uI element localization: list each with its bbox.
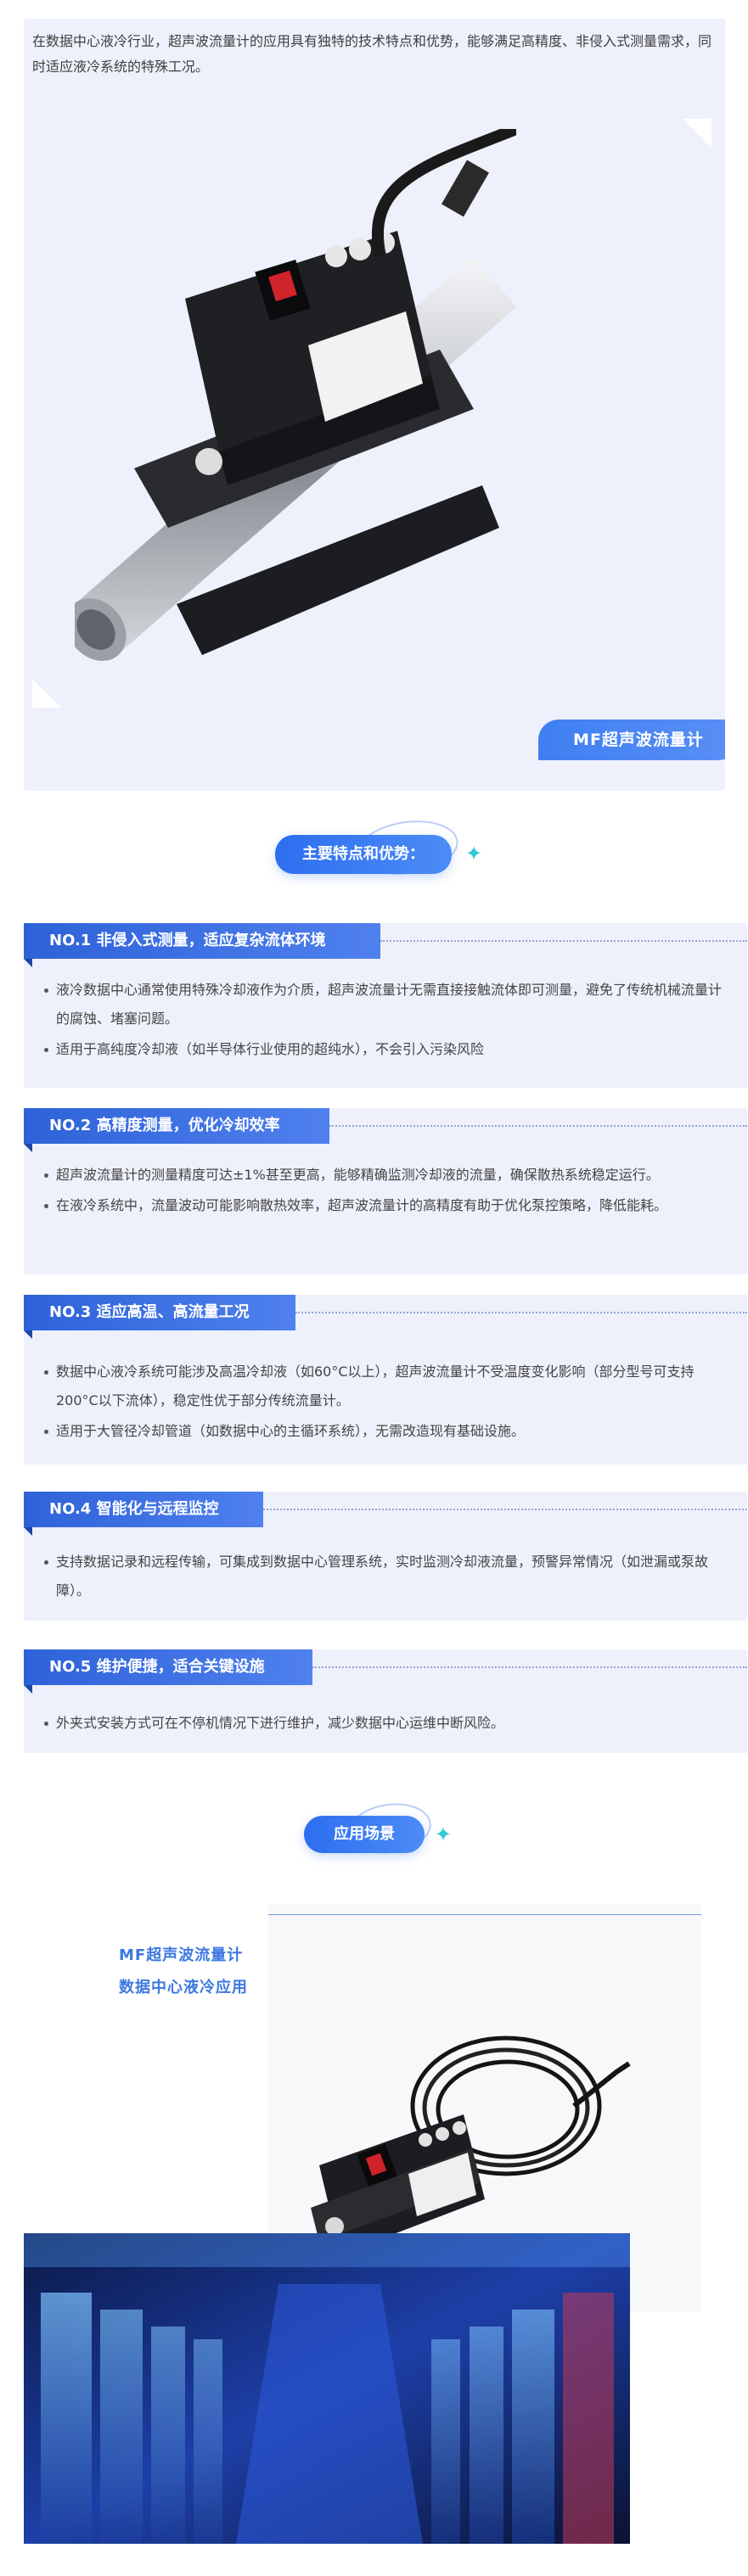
feature-item: 适用于大管径冷却管道（如数据中心的主循环系统），无需改造现有基础设施。 bbox=[44, 1417, 723, 1446]
intro-card: 在数据中心液冷行业，超声波流量计的应用具有独特的技术特点和优势，能够满足高精度、… bbox=[24, 19, 725, 791]
section-title-5: NO.5 维护便捷，适合关键设施 bbox=[24, 1649, 312, 1694]
corner-decoration bbox=[32, 679, 61, 708]
section-divider bbox=[263, 1509, 747, 1510]
section-divider bbox=[295, 1312, 747, 1313]
flowmeter-on-pipe-image bbox=[75, 129, 516, 661]
product-badge: MF超声波流量计 bbox=[538, 720, 725, 760]
feature-item: 外夹式安装方式可在不停机情况下进行维护，减少数据中心运维中断风险。 bbox=[44, 1709, 723, 1738]
feature-item: 支持数据记录和远程传输，可集成到数据中心管理系统，实时监测冷却液流量，预警异常情… bbox=[44, 1548, 723, 1605]
sparkle-icon: ✦ bbox=[435, 1823, 453, 1846]
section-title-4: NO.4 智能化与远程监控 bbox=[24, 1492, 263, 1536]
flowmeter-with-cable-image bbox=[311, 2036, 631, 2254]
section-title-1: NO.1 非侵入式测量，适应复杂流体环境 bbox=[24, 923, 380, 967]
feature-item: 液冷数据中心通常使用特殊冷却液作为介质，超声波流量计无需直接接触流体即可测量，避… bbox=[44, 976, 723, 1033]
feature-item: 数据中心液冷系统可能涉及高温冷却液（如60°C以上），超声波流量计不受温度变化影… bbox=[44, 1358, 723, 1415]
section-title-2: NO.2 高精度测量，优化冷却效率 bbox=[24, 1108, 329, 1152]
section-divider bbox=[329, 1125, 747, 1127]
application-heading: 应用场景 bbox=[304, 1816, 425, 1853]
sparkle-icon: ✦ bbox=[465, 842, 483, 865]
section-title-3: NO.3 适应高温、高流量工况 bbox=[24, 1295, 295, 1339]
feature-item: 在液冷系统中，流量波动可能影响散热效率，超声波流量计的高精度有助于优化泵控策略，… bbox=[44, 1191, 723, 1220]
application-title-line-2: 数据中心液冷应用 bbox=[119, 1979, 248, 1996]
section-divider bbox=[380, 940, 747, 942]
feature-item: 超声波流量计的测量精度可达±1%甚至更高，能够精确监测冷却液的流量，确保散热系统… bbox=[44, 1161, 723, 1190]
application-divider bbox=[268, 1914, 701, 1915]
features-heading: 主要特点和优势： bbox=[275, 835, 452, 874]
intro-text: 在数据中心液冷行业，超声波流量计的应用具有独特的技术特点和优势，能够满足高精度、… bbox=[32, 33, 712, 75]
data-center-photo bbox=[24, 2233, 630, 2544]
application-title-line-1: MF超声波流量计 bbox=[119, 1946, 244, 1964]
section-divider bbox=[312, 1666, 747, 1668]
corner-decoration bbox=[683, 119, 711, 148]
feature-item: 适用于高纯度冷却液（如半导体行业使用的超纯水），不会引入污染风险 bbox=[44, 1035, 723, 1064]
